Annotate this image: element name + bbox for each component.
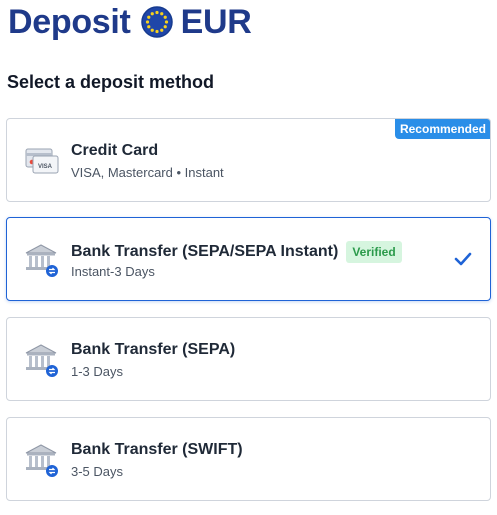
method-credit-card[interactable]: VISA Credit Card VISA, Mastercard • Inst… [6, 118, 491, 202]
checkmark-icon [454, 252, 472, 266]
bank-icon [25, 344, 58, 377]
currency-code: EUR [180, 3, 252, 41]
method-name: Bank Transfer (SWIFT) [71, 441, 243, 458]
method-details: Instant-3 Days [71, 264, 155, 279]
flag-star [154, 10, 159, 15]
flag-star [145, 20, 149, 24]
flag-star [163, 25, 167, 29]
bank-icon [25, 444, 58, 477]
method-name: Credit Card [71, 142, 159, 159]
section-heading: Select a deposit method [7, 72, 215, 92]
method-name: Bank Transfer (SEPA/SEPA Instant) Verifi… [71, 241, 402, 263]
flag-star [163, 15, 167, 19]
method-details: VISA, Mastercard • Instant [71, 165, 224, 180]
svg-text:VISA: VISA [38, 164, 53, 170]
credit-card-icon: VISA [25, 148, 59, 174]
bank-icon [25, 244, 58, 277]
method-bank-transfer-swift[interactable]: Bank Transfer (SWIFT) 3-5 Days [6, 417, 491, 501]
method-name: Bank Transfer (SEPA) [71, 341, 236, 358]
flag-star [146, 25, 150, 29]
page-title-text: Deposit [8, 3, 131, 41]
flag-star [154, 29, 159, 34]
flag-star [159, 28, 163, 32]
eu-flag-icon [140, 6, 173, 38]
method-bank-transfer-sepa[interactable]: Bank Transfer (SEPA) 1-3 Days [6, 317, 491, 401]
flag-star [146, 15, 150, 19]
flag-star [159, 12, 163, 16]
flag-star [150, 12, 154, 16]
recommended-badge: Recommended [394, 119, 490, 139]
method-details: 3-5 Days [71, 464, 124, 479]
page-title: Deposit EUR [8, 2, 252, 42]
flag-star [150, 28, 154, 32]
method-name-text: Bank Transfer (SEPA/SEPA Instant) [71, 243, 339, 260]
method-bank-transfer-sepa-instant[interactable]: Bank Transfer (SEPA/SEPA Instant) Verifi… [6, 217, 491, 301]
method-details: 1-3 Days [71, 364, 124, 379]
verified-badge: Verified [346, 241, 402, 263]
flag-star [164, 20, 168, 24]
